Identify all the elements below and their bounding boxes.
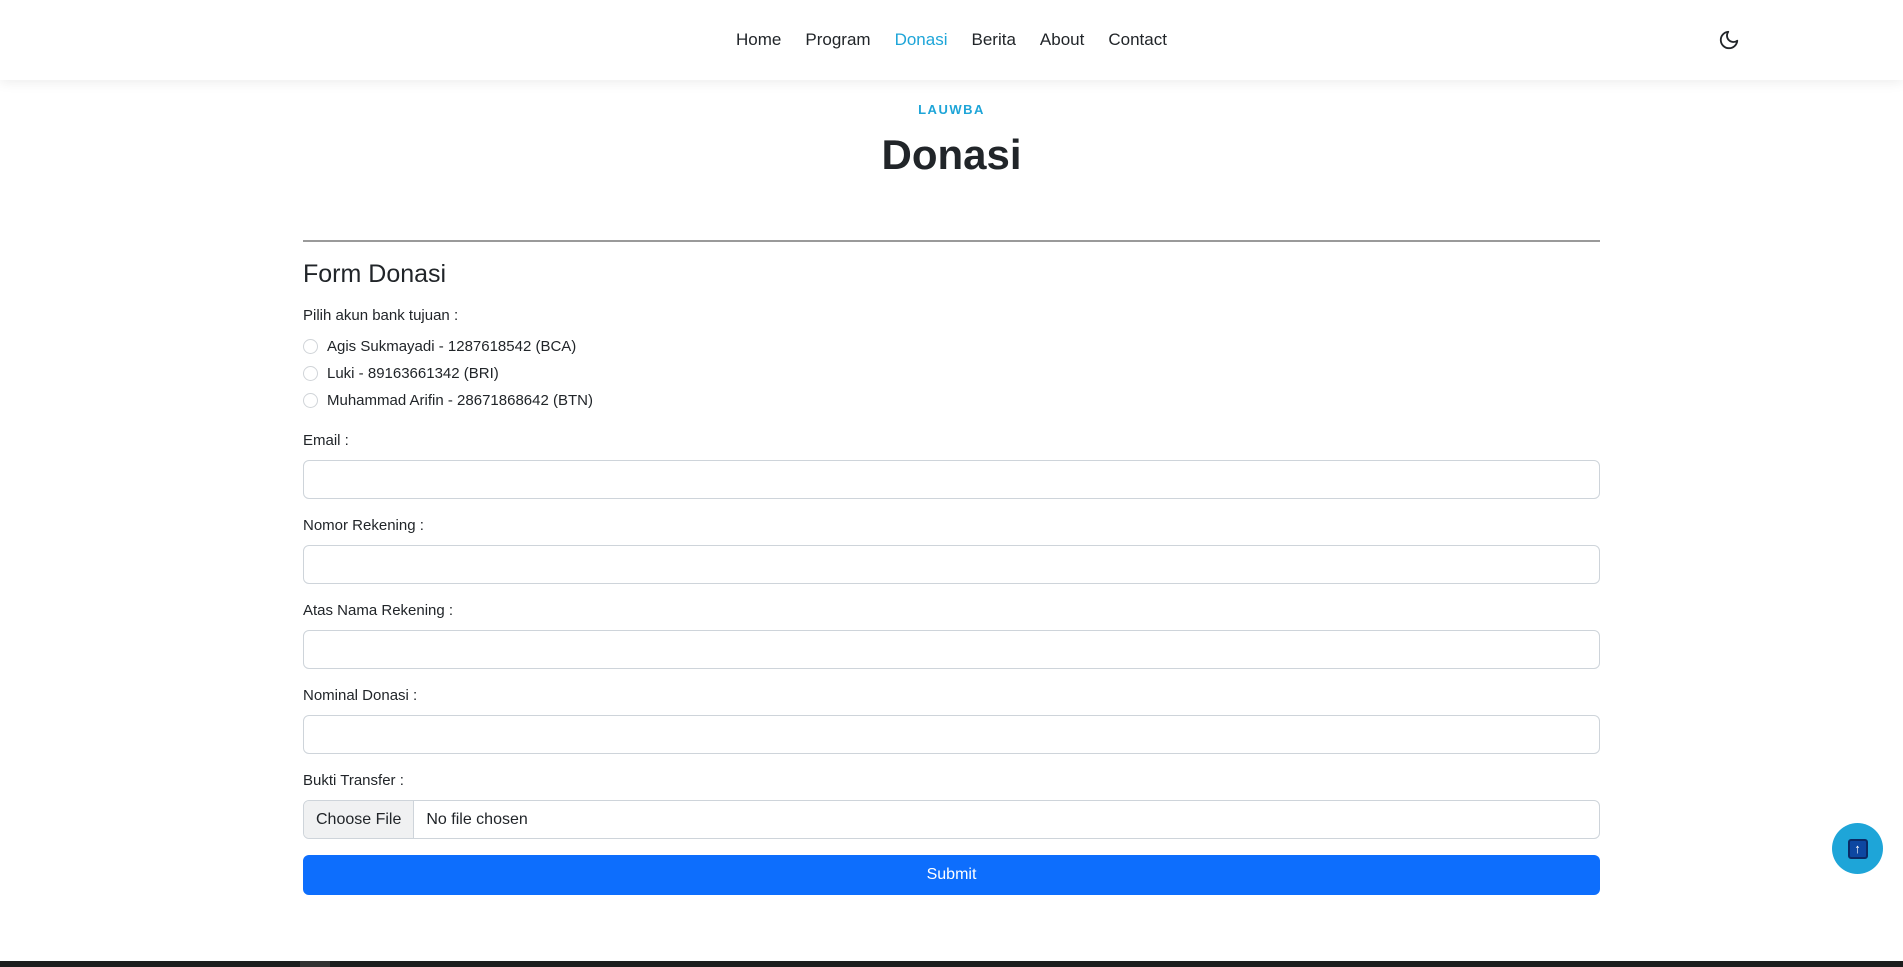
nav-contact[interactable]: Contact: [1096, 30, 1179, 49]
file-status: No file chosen: [426, 810, 528, 828]
nav-menu: Home Program Donasi Berita About Contact: [724, 30, 1179, 50]
form-title: Form Donasi: [303, 260, 447, 288]
email-group: Email :: [303, 432, 1600, 499]
bank-option[interactable]: Muhammad Arifin - 28671868642 (BTN): [303, 387, 1600, 414]
bank-radio-bca[interactable]: [303, 339, 318, 354]
nominal-label: Nominal Donasi :: [303, 687, 418, 704]
atas-nama-group: Atas Nama Rekening :: [303, 602, 1600, 669]
choose-file-button[interactable]: Choose File: [304, 801, 415, 838]
page-title: Donasi: [881, 131, 1022, 178]
rekening-group: Nomor Rekening :: [303, 517, 1600, 584]
bank-option[interactable]: Luki - 89163661342 (BRI): [303, 360, 1600, 387]
nav-home[interactable]: Home: [724, 30, 793, 49]
submit-button[interactable]: Submit: [303, 855, 1600, 895]
arrow-up-icon: ↑: [1847, 838, 1868, 859]
nav-program[interactable]: Program: [793, 30, 882, 49]
divider: [303, 240, 1600, 242]
bank-select-label: Pilih akun bank tujuan :: [303, 307, 459, 324]
bank-option-label: Luki - 89163661342 (BRI): [327, 365, 499, 382]
top-navbar: Home Program Donasi Berita About Contact: [0, 0, 1903, 80]
nav-donasi[interactable]: Donasi: [883, 30, 960, 49]
file-input[interactable]: Choose File No file chosen: [303, 800, 1600, 839]
email-field[interactable]: [303, 460, 1600, 499]
rekening-label: Nomor Rekening :: [303, 517, 424, 534]
page-header: LAUWBA Donasi: [0, 80, 1903, 179]
donation-form-container: Form Donasi Pilih akun bank tujuan : Agi…: [303, 240, 1600, 895]
section-eyebrow: LAUWBA: [918, 102, 985, 117]
email-label: Email :: [303, 432, 349, 449]
bank-option-label: Muhammad Arifin - 28671868642 (BTN): [327, 392, 593, 409]
nav-berita[interactable]: Berita: [960, 30, 1028, 49]
back-to-top-button[interactable]: ↑: [1832, 823, 1883, 874]
nav-about[interactable]: About: [1028, 30, 1096, 49]
bukti-label: Bukti Transfer :: [303, 772, 404, 789]
footer-edge: [0, 961, 1903, 967]
nominal-field[interactable]: [303, 715, 1600, 754]
bukti-group: Bukti Transfer : Choose File No file cho…: [303, 772, 1600, 839]
theme-toggle-button[interactable]: [1715, 26, 1743, 54]
moon-icon: [1719, 30, 1739, 50]
bank-radio-btn[interactable]: [303, 393, 318, 408]
rekening-field[interactable]: [303, 545, 1600, 584]
nominal-group: Nominal Donasi :: [303, 687, 1600, 754]
atas-nama-field[interactable]: [303, 630, 1600, 669]
atas-nama-label: Atas Nama Rekening :: [303, 602, 454, 619]
bank-radio-bri[interactable]: [303, 366, 318, 381]
bank-option-label: Agis Sukmayadi - 1287618542 (BCA): [327, 338, 577, 355]
footer-tab: [300, 961, 330, 967]
bank-radio-group: Agis Sukmayadi - 1287618542 (BCA) Luki -…: [303, 333, 1600, 414]
bank-option[interactable]: Agis Sukmayadi - 1287618542 (BCA): [303, 333, 1600, 360]
